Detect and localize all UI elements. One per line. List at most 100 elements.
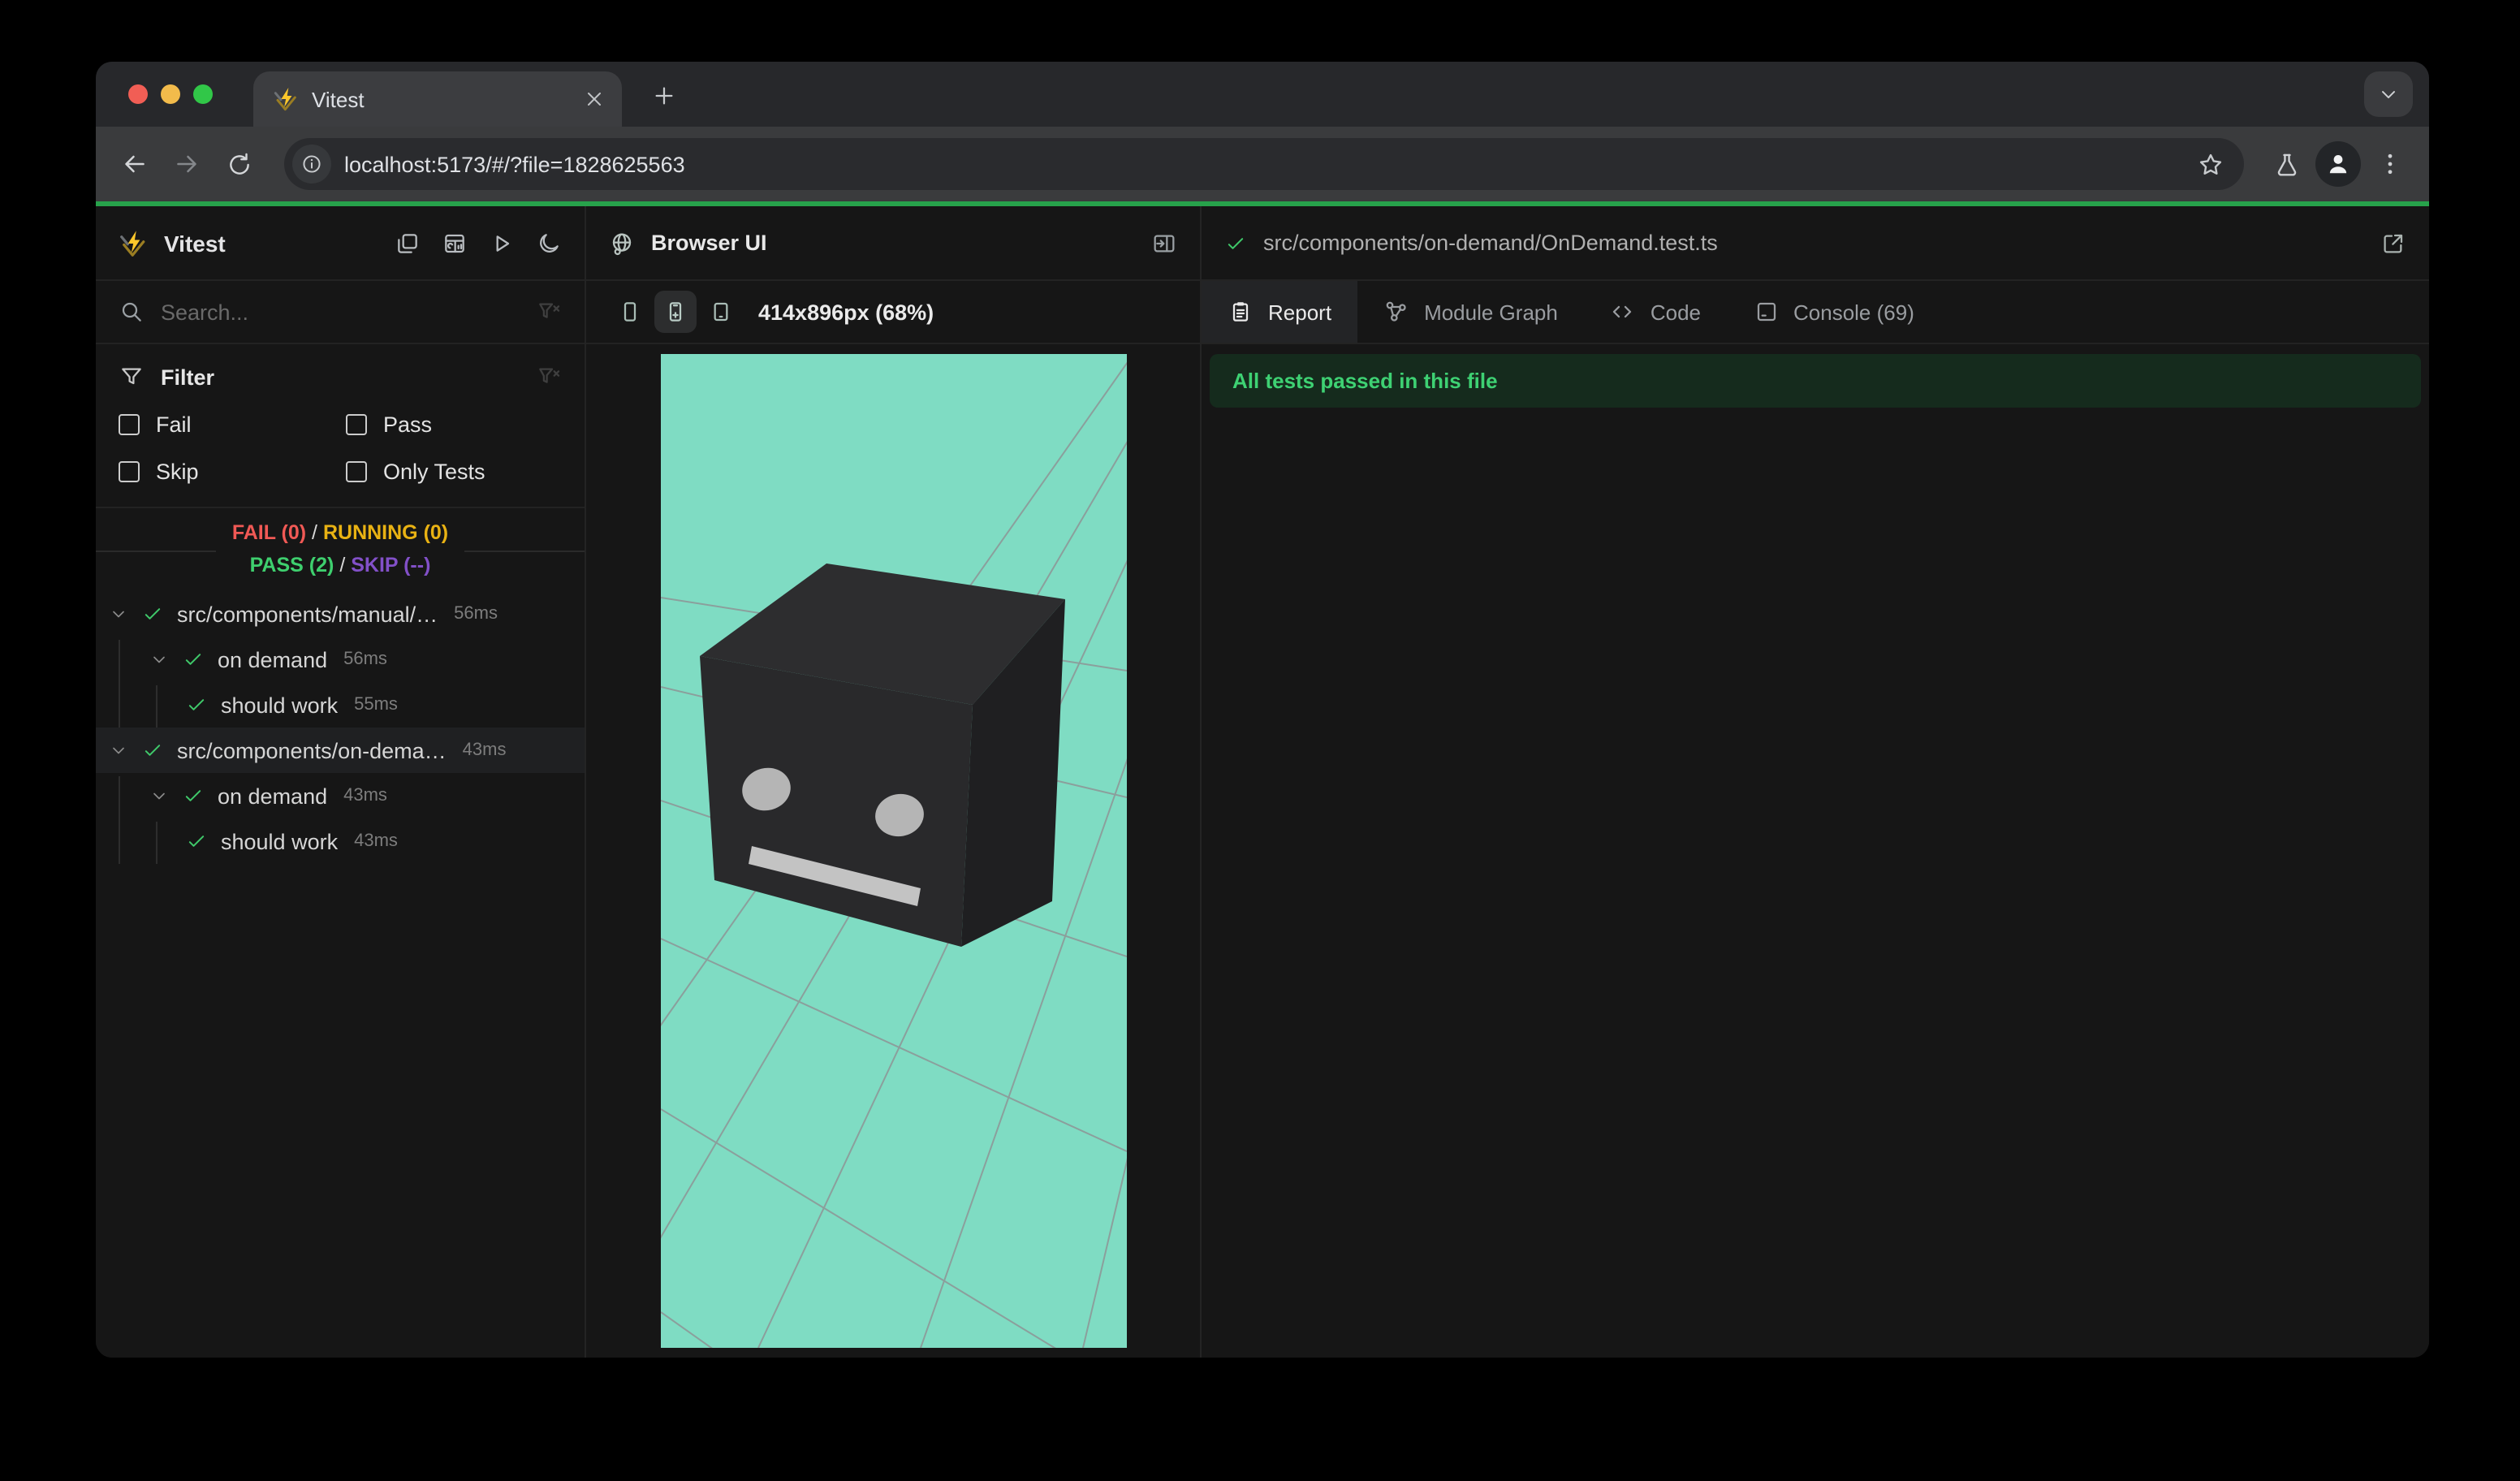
pass-check-icon bbox=[185, 830, 208, 853]
filter-checkbox-only-tests[interactable]: Only Tests bbox=[346, 460, 562, 484]
all-tests-passed-banner: All tests passed in this file bbox=[1210, 354, 2421, 408]
checkbox[interactable] bbox=[119, 461, 140, 482]
chevron-down-icon[interactable] bbox=[109, 740, 128, 760]
search-input[interactable] bbox=[161, 300, 520, 324]
run-all-icon[interactable] bbox=[489, 230, 515, 256]
test-summary: FAIL (0) / RUNNING (0) PASS (2) / SKIP (… bbox=[96, 508, 585, 591]
test-suite-row[interactable]: on demand 43ms bbox=[96, 773, 585, 818]
browser-ui-title: Browser UI bbox=[651, 231, 767, 255]
filter-checkbox-fail[interactable]: Fail bbox=[119, 412, 346, 437]
chevron-down-icon[interactable] bbox=[109, 604, 128, 624]
tab-code[interactable]: Code bbox=[1584, 281, 1727, 343]
plus-icon bbox=[651, 83, 677, 109]
dashboard-icon[interactable] bbox=[442, 230, 468, 256]
sidebar: Vitest F bbox=[96, 206, 586, 1358]
star-icon bbox=[2196, 150, 2224, 178]
report-icon bbox=[1228, 299, 1254, 325]
dock-panel-icon[interactable] bbox=[1151, 230, 1177, 256]
device-toolbar: 414x896px (68%) bbox=[586, 281, 1200, 344]
pass-check-icon bbox=[185, 693, 208, 716]
browser-window: Vitest localhost:5173/#/?file=1828625563 bbox=[96, 62, 2429, 1358]
browser-menu-button[interactable] bbox=[2367, 141, 2413, 187]
browser-ui-panel: Browser UI 414x896px (68%) bbox=[586, 206, 1202, 1358]
test-file-row-selected[interactable]: src/components/on-dema… 43ms bbox=[96, 728, 585, 773]
funnel-icon bbox=[119, 364, 145, 390]
viewport-size-label: 414x896px (68%) bbox=[758, 300, 934, 324]
experiments-button[interactable] bbox=[2263, 141, 2309, 187]
device-phone-plus-button[interactable] bbox=[654, 291, 697, 333]
forward-button[interactable] bbox=[164, 141, 209, 187]
tab-search-button[interactable] bbox=[2364, 71, 2413, 117]
new-tab-button[interactable] bbox=[645, 76, 684, 115]
rendered-test-page[interactable] bbox=[660, 354, 1126, 1348]
reload-button[interactable] bbox=[216, 141, 261, 187]
pass-check-icon bbox=[182, 784, 205, 807]
tab-module-graph[interactable]: Module Graph bbox=[1357, 281, 1584, 343]
filter-checkbox-skip[interactable]: Skip bbox=[119, 460, 346, 484]
duration-label: 56ms bbox=[454, 604, 498, 624]
module-graph-icon bbox=[1383, 299, 1409, 325]
duration-label: 56ms bbox=[343, 650, 387, 669]
profile-button[interactable] bbox=[2315, 141, 2361, 187]
duration-label: 55ms bbox=[354, 695, 398, 715]
pass-count: PASS (2) bbox=[249, 554, 334, 576]
checkbox[interactable] bbox=[346, 461, 367, 482]
test-file-row[interactable]: src/components/manual/… 56ms bbox=[96, 591, 585, 637]
checkbox[interactable] bbox=[346, 414, 367, 435]
report-tabs: Report Module Graph Code Console (69) bbox=[1202, 281, 2429, 344]
filter-section: Filter Fail Pass Skip Only Tests bbox=[96, 344, 585, 508]
test-case-row[interactable]: should work 55ms bbox=[96, 682, 585, 728]
tab-report[interactable]: Report bbox=[1202, 281, 1358, 343]
test-suite-row[interactable]: on demand 56ms bbox=[96, 637, 585, 682]
pass-check-icon bbox=[141, 602, 164, 625]
pass-check-icon bbox=[1224, 231, 1247, 254]
running-count: RUNNING (0) bbox=[322, 521, 449, 544]
app-title: Vitest bbox=[164, 230, 226, 256]
dark-mode-icon[interactable] bbox=[536, 230, 562, 256]
back-button[interactable] bbox=[112, 141, 158, 187]
url-text: localhost:5173/#/?file=1828625563 bbox=[344, 152, 685, 176]
bookmark-button[interactable] bbox=[2189, 150, 2231, 178]
chevron-down-icon[interactable] bbox=[149, 650, 169, 669]
close-tab-icon[interactable] bbox=[583, 88, 606, 110]
tab-strip: Vitest bbox=[96, 62, 2429, 127]
duration-label: 43ms bbox=[354, 831, 398, 851]
filter-checkbox-pass[interactable]: Pass bbox=[346, 412, 562, 437]
clear-search-filter-icon[interactable] bbox=[536, 299, 562, 325]
filter-title: Filter bbox=[161, 365, 215, 389]
clear-filter-icon[interactable] bbox=[536, 364, 562, 390]
browser-tab[interactable]: Vitest bbox=[253, 71, 622, 127]
robot-cube bbox=[699, 563, 1064, 947]
phone-icon bbox=[617, 299, 643, 325]
test-case-row[interactable]: should work 43ms bbox=[96, 818, 585, 864]
globe-icon bbox=[609, 230, 635, 256]
window-controls bbox=[128, 84, 213, 104]
file-path: src/components/on-demand/OnDemand.test.t… bbox=[1263, 231, 1718, 255]
search-bar bbox=[96, 281, 585, 344]
address-bar[interactable]: localhost:5173/#/?file=1828625563 bbox=[284, 138, 2244, 190]
kebab-menu-icon bbox=[2375, 149, 2405, 179]
close-window-button[interactable] bbox=[128, 84, 148, 104]
collapse-panels-icon[interactable] bbox=[395, 230, 421, 256]
vitest-favicon-icon bbox=[273, 86, 299, 112]
vitest-ui: Vitest F bbox=[96, 206, 2429, 1358]
minimize-window-button[interactable] bbox=[161, 84, 180, 104]
tablet-icon bbox=[708, 299, 734, 325]
chevron-down-icon[interactable] bbox=[149, 786, 169, 805]
duration-label: 43ms bbox=[462, 740, 507, 760]
checkbox[interactable] bbox=[119, 414, 140, 435]
device-small-phone-button[interactable] bbox=[609, 291, 651, 333]
test-viewport-area bbox=[586, 344, 1200, 1358]
device-tablet-button[interactable] bbox=[700, 291, 742, 333]
site-info-button[interactable] bbox=[292, 145, 331, 184]
pass-check-icon bbox=[182, 648, 205, 671]
tab-console[interactable]: Console (69) bbox=[1727, 281, 1940, 343]
browser-toolbar: localhost:5173/#/?file=1828625563 bbox=[96, 127, 2429, 201]
chevron-down-icon bbox=[2377, 83, 2400, 106]
open-in-editor-icon[interactable] bbox=[2380, 230, 2406, 256]
person-icon bbox=[2324, 149, 2353, 179]
browser-ui-header: Browser UI bbox=[586, 206, 1200, 281]
search-icon bbox=[119, 299, 145, 325]
zoom-window-button[interactable] bbox=[193, 84, 213, 104]
skip-count: SKIP (--) bbox=[351, 554, 431, 576]
